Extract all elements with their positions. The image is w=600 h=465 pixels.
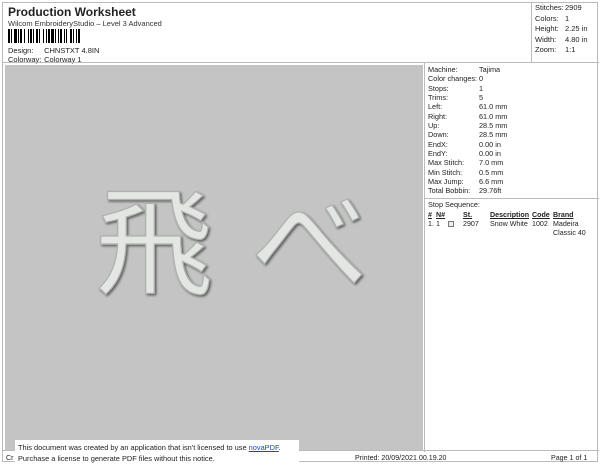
barcode-image bbox=[8, 29, 121, 43]
page-number: Page 1 of 1 bbox=[551, 454, 588, 462]
info-row: Machine: Tajima bbox=[428, 65, 501, 74]
color-swatch-icon bbox=[448, 221, 454, 227]
info-row: Max Stitch: 7.0 mm bbox=[428, 158, 504, 168]
design-label: Design: bbox=[8, 46, 34, 55]
table-row: 1. 1 2907 Snow White 1002 Madeira Classi… bbox=[428, 220, 586, 237]
machine-info-panel: Machine: Tajima Color changes: 0 Stops: 1 T… bbox=[425, 65, 599, 237]
info-row: Color changes: 0 bbox=[428, 74, 484, 84]
footer-left-text: Cr bbox=[6, 454, 14, 462]
header-divider bbox=[3, 62, 599, 63]
summary-row: Width: 4.80 in bbox=[535, 34, 588, 44]
worksheet-page: Production Worksheet Wilcom EmbroiderySt… bbox=[2, 2, 599, 465]
design-row: Design: CHNSTXT 4.8IN bbox=[8, 46, 99, 55]
info-row: Up: 28.5 mm bbox=[428, 121, 508, 131]
novapdf-link[interactable]: novaPDF bbox=[249, 443, 279, 452]
info-row: Total Bobbin: 29.76ft bbox=[428, 186, 502, 196]
app-subtitle: Wilcom EmbroideryStudio – Level 3 Advanc… bbox=[8, 19, 162, 28]
summary-row: Zoom: 1:1 bbox=[535, 45, 576, 54]
summary-panel: Stitches: 2909 Colors: 1 Height: 2.25 in Wi… bbox=[531, 3, 599, 62]
header-info: Production Worksheet Wilcom EmbroiderySt… bbox=[5, 3, 425, 64]
info-row: Max Jump: 6.6 mm bbox=[428, 177, 504, 187]
summary-row: Colors: 1 bbox=[535, 13, 570, 23]
license-notice: This document was created by an applicat… bbox=[15, 440, 299, 465]
table-header: # N# St. Description Code Brand bbox=[428, 211, 574, 219]
info-row: EndY: 0.00 in bbox=[428, 149, 501, 159]
design-preview: 飛 べ bbox=[5, 65, 423, 450]
info-row: Trims: 5 bbox=[428, 93, 484, 103]
page-title: Production Worksheet bbox=[8, 5, 136, 19]
stop-sequence-label: Stop Sequence: bbox=[428, 200, 480, 209]
stop-sequence-table: # N# St. Description Code Brand 1. 1 290… bbox=[428, 211, 600, 237]
info-row: Left: 61.0 mm bbox=[428, 102, 508, 112]
embroidered-text: 飛 べ bbox=[95, 175, 369, 313]
info-row: EndX: 0.00 in bbox=[428, 139, 501, 149]
embroidery-preview-svg: 飛 べ bbox=[94, 174, 369, 313]
summary-row: Height: 2.25 in bbox=[535, 24, 588, 33]
notice-line-1: This document was created by an applicat… bbox=[18, 443, 281, 452]
info-row: Min Stitch: 0.5 mm bbox=[428, 167, 504, 177]
printed-date: Printed: 20/09/2021 00.19.20 bbox=[355, 454, 447, 462]
info-row: Right: 61.0 mm bbox=[428, 111, 508, 121]
design-value: CHNSTXT 4.8IN bbox=[44, 46, 100, 55]
stop-divider bbox=[425, 198, 599, 199]
info-row: Stops: 1 bbox=[428, 83, 484, 93]
info-row: Down: 28.5 mm bbox=[428, 130, 508, 140]
summary-row: Stitches: 2909 bbox=[535, 3, 582, 12]
notice-line-2: Purchase a license to generate PDF files… bbox=[18, 454, 215, 463]
